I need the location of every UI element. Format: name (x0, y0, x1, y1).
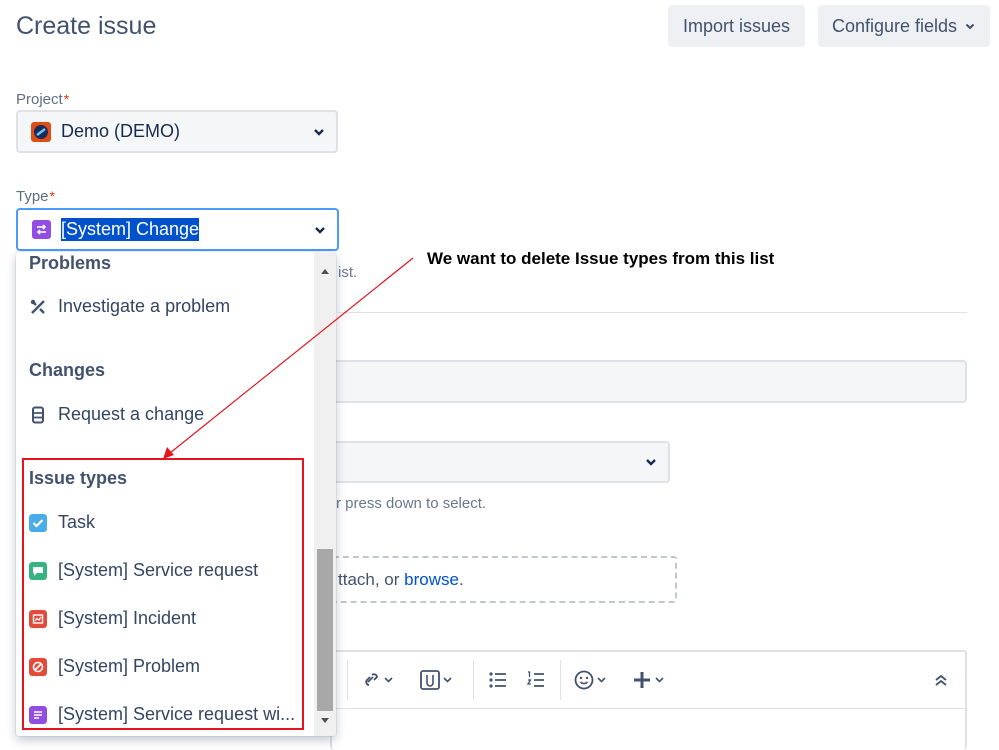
annotation-note: We want to delete Issue types from this … (427, 249, 775, 268)
annotation-arrow (163, 257, 414, 459)
